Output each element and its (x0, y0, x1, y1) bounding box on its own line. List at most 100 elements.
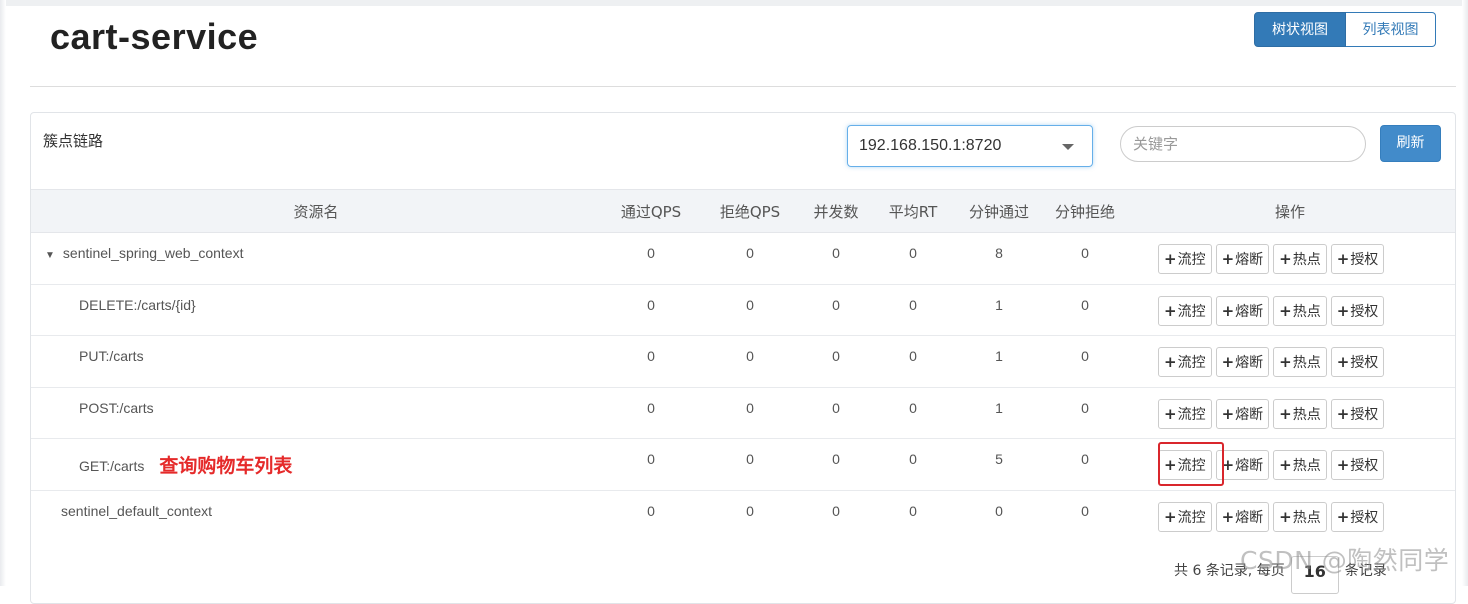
block-qps-cell: 0 (701, 387, 799, 440)
plus-icon: + (1279, 404, 1292, 423)
header-resource: 资源名 (31, 189, 601, 233)
minute-block-cell: 0 (1045, 438, 1125, 491)
avg-rt-cell: 0 (873, 387, 953, 440)
minute-block-cell: 0 (1045, 335, 1125, 388)
minute-pass-cell: 1 (953, 335, 1045, 388)
minute-pass-cell: 0 (995, 502, 1003, 519)
plus-icon: + (1221, 250, 1235, 268)
refresh-button[interactable]: 刷新 (1380, 125, 1441, 162)
plus-icon: + (1336, 456, 1350, 475)
authority-button[interactable]: +授权 (1330, 398, 1385, 429)
table-row: GET:/carts 查询购物车列表 0 0 0 0 5 0 +流控 +熔断 +热… (31, 438, 1455, 491)
avg-rt-cell: 0 (873, 284, 953, 337)
authority-button[interactable]: +授权 (1330, 347, 1385, 378)
row-ops: +流控 +熔断 +热点 +授权 (1158, 244, 1454, 274)
degrade-label: 熔断 (1235, 252, 1264, 268)
table-row: POST:/carts 0 0 0 0 1 0 +流控 +熔断 +热点 +授权 (31, 387, 1455, 440)
plus-icon: + (1164, 301, 1177, 320)
concurrency-cell: 0 (799, 335, 873, 388)
authority-button[interactable]: +授权 (1330, 501, 1385, 532)
degrade-label: 熔断 (1235, 509, 1264, 526)
table-row: ▼ sentinel_spring_web_context 0 0 0 0 8 0… (31, 232, 1455, 285)
header-concurrency: 并发数 (799, 189, 873, 233)
list-view-button[interactable]: 列表视图 (1346, 12, 1436, 47)
concurrency-cell: 0 (799, 232, 873, 285)
hotspot-button[interactable]: +热点 (1273, 450, 1327, 481)
degrade-button[interactable]: +熔断 (1215, 398, 1270, 429)
flow-control-label: 流控 (1177, 303, 1206, 320)
flow-control-button[interactable]: +流控 (1158, 244, 1212, 274)
keyword-search-input[interactable] (1120, 126, 1366, 162)
plus-icon: + (1336, 404, 1350, 423)
authority-label: 授权 (1350, 509, 1379, 526)
view-toggle: 树状视图 列表视图 (1254, 12, 1436, 47)
tree-collapse-icon[interactable]: ▼ (45, 250, 55, 261)
hotspot-label: 热点 (1292, 303, 1321, 320)
table-row: sentinel_default_context 0 0 0 0 0 0 +流控… (31, 490, 1455, 542)
degrade-button[interactable]: +熔断 (1215, 347, 1270, 378)
degrade-button[interactable]: +熔断 (1215, 295, 1270, 326)
minute-pass-cell: 8 (953, 232, 1045, 285)
plus-icon: + (1164, 507, 1177, 526)
flow-control-label: 流控 (1177, 355, 1206, 372)
concurrency-cell: 0 (799, 284, 873, 337)
row-ops: +流控 +熔断 +热点 +授权 (1158, 398, 1454, 429)
authority-button[interactable]: +授权 (1330, 295, 1385, 326)
authority-label: 授权 (1350, 252, 1379, 268)
resource-name: sentinel_spring_web_context (62, 245, 244, 261)
hotspot-button[interactable]: +热点 (1273, 295, 1327, 326)
flow-control-button[interactable]: +流控 (1158, 398, 1212, 429)
tree-view-button[interactable]: 树状视图 (1254, 12, 1346, 47)
header-block-qps: 拒绝QPS (701, 189, 799, 233)
flow-control-label: 流控 (1177, 406, 1206, 423)
degrade-button[interactable]: +熔断 (1215, 501, 1270, 532)
block-qps-cell: 0 (701, 232, 799, 285)
hotspot-button[interactable]: +热点 (1273, 347, 1327, 378)
flow-control-label: 流控 (1177, 252, 1206, 268)
plus-icon: + (1279, 301, 1292, 320)
hotspot-button[interactable]: +热点 (1273, 501, 1327, 532)
authority-label: 授权 (1350, 355, 1379, 372)
authority-label: 授权 (1350, 458, 1379, 475)
minute-block-cell: 0 (1045, 387, 1125, 440)
hotspot-label: 热点 (1292, 406, 1321, 423)
hotspot-button[interactable]: +热点 (1273, 244, 1327, 274)
plus-icon: + (1279, 353, 1292, 372)
resource-panel: 簇点链路 192.168.150.1:8720 刷新 资源名 通过QPS 拒绝Q… (30, 112, 1456, 604)
resource-name: GET:/carts (79, 458, 145, 475)
hotspot-button[interactable]: +热点 (1273, 398, 1327, 429)
header-divider (30, 86, 1456, 87)
flow-control-label: 流控 (1177, 509, 1206, 526)
hotspot-label: 热点 (1292, 509, 1321, 526)
avg-rt-cell: 0 (873, 335, 953, 388)
header-avg-rt: 平均RT (873, 189, 953, 233)
concurrency-cell: 0 (832, 502, 840, 519)
block-qps-cell: 0 (701, 284, 799, 337)
plus-icon: + (1221, 301, 1235, 320)
header-pass-qps: 通过QPS (601, 189, 701, 233)
resource-name: sentinel_default_context (61, 502, 212, 519)
pass-qps-cell: 0 (601, 232, 701, 285)
plus-icon: + (1279, 250, 1292, 268)
flow-control-button[interactable]: +流控 (1158, 295, 1212, 326)
plus-icon: + (1336, 507, 1350, 526)
flow-control-button[interactable]: +流控 (1158, 347, 1212, 378)
avg-rt-cell: 0 (873, 232, 953, 285)
authority-button[interactable]: +授权 (1330, 450, 1385, 481)
flow-control-button[interactable]: +流控 (1158, 501, 1212, 532)
window-right-edge (1462, 0, 1468, 586)
resource-name: DELETE:/carts/{id} (79, 296, 196, 313)
header-ops: 操作 (1125, 189, 1455, 233)
degrade-button[interactable]: +熔断 (1215, 244, 1270, 274)
resource-table: 资源名 通过QPS 拒绝QPS 并发数 平均RT 分钟通过 分钟拒绝 操作 ▼ s… (31, 189, 1455, 542)
authority-button[interactable]: +授权 (1330, 244, 1385, 274)
minute-block-cell: 0 (1045, 232, 1125, 285)
concurrency-cell: 0 (799, 387, 873, 440)
header-minute-block: 分钟拒绝 (1045, 189, 1125, 233)
plus-icon: + (1164, 250, 1177, 268)
window-top-edge (0, 0, 1468, 6)
plus-icon: + (1164, 353, 1177, 372)
machine-select[interactable]: 192.168.150.1:8720 (847, 125, 1093, 167)
pass-qps-cell: 0 (647, 502, 655, 519)
authority-label: 授权 (1350, 303, 1379, 320)
